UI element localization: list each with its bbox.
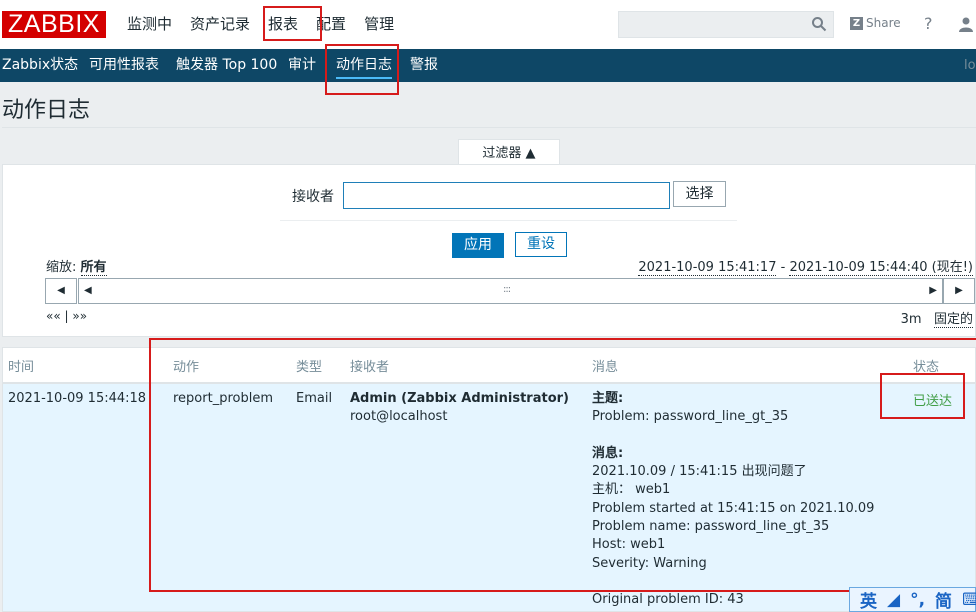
menu-inventory[interactable]: 资产记录 [181,0,259,49]
top-header: ZABBIX 监测中 资产记录 报表 配置 管理 Z Share ? [0,0,976,49]
recipient-label: 接收者 [292,189,334,205]
caret-right-icon: ▶ [955,285,963,296]
date-from-link[interactable]: 2021-10-09 15:41:17 [638,260,777,276]
subject-text: Problem: password_line_gt_35 [592,409,789,425]
share-label: Share [866,16,901,30]
message-line [592,573,892,591]
submenu-truncated-item[interactable]: lo [964,49,976,82]
zoom-row: 缩放: 所有 [46,256,107,276]
reports-submenu: Zabbix状态 可用性报表 触发器 Top 100 审计 动作日志 警报 lo [0,49,976,82]
message-line: Original problem ID: 43 [592,592,744,608]
col-type: 类型 [296,360,323,375]
col-status: 状态 [913,360,940,375]
zabbix-share-icon: Z [850,16,863,30]
ime-simplified-toggle[interactable]: 简 [935,587,952,612]
ime-english-toggle[interactable]: 英 [860,587,877,612]
message-line: Problem started at 15:41:15 on 2021.10.0… [592,500,875,516]
date-to-link[interactable]: 2021-10-09 15:44:40 (现在!) [789,260,973,276]
date-range: 2021-10-09 15:41:17 - 2021-10-09 15:44:4… [638,256,973,276]
message-label: 消息: [592,445,624,461]
caret-right-icon[interactable]: ▶ [929,285,937,296]
date-separator: - [776,260,790,275]
menu-reports[interactable]: 报表 [259,0,307,49]
message-line: Problem name: password_line_gt_35 [592,519,830,535]
recipient-input[interactable] [343,182,670,209]
page-title: 动作日志 [2,98,91,123]
col-recipient: 接收者 [350,360,390,375]
ime-toolbar: 英 ◢ °, 简 ⌨ [849,587,976,612]
step-forward-link[interactable]: »» [72,309,87,323]
caret-left-icon[interactable]: ◀ [84,285,92,296]
row-recipient-address: root@localhost [350,409,448,424]
zabbix-logo[interactable]: ZABBIX [2,11,106,38]
timeline-scrollbar[interactable]: ◀ ::: ▶ [78,278,943,304]
title-divider [2,127,976,128]
main-menu: 监测中 资产记录 报表 配置 管理 [118,0,403,49]
ime-punctuation-icon[interactable]: °, [910,590,925,610]
submenu-triggers-top-100[interactable]: 触发器 Top 100 [176,49,277,82]
row-action: report_problem [173,391,273,406]
row-status: 已送达 [913,394,953,409]
menu-administration[interactable]: 管理 [355,0,403,49]
timeline-prev-button[interactable]: ◀ [45,278,77,304]
submenu-availability-report[interactable]: 可用性报表 [89,49,159,82]
drag-handle-icon[interactable]: ::: [503,284,511,295]
period-value: 3m [900,312,922,327]
message-line: Severity: Warning [592,555,707,571]
zoom-all-link[interactable]: 所有 [80,260,107,276]
submenu-action-log[interactable]: 动作日志 [336,49,392,82]
share-button[interactable]: Z Share [850,16,901,30]
step-back-link[interactable]: «« [46,309,61,323]
subject-label: 主题: [592,391,624,406]
message-line: 主机： web1 [592,482,671,498]
row-recipient-name: Admin (Zabbix Administrator) [350,391,569,406]
ime-leaf-icon[interactable]: ◢ [887,590,900,610]
row-time: 2021-10-09 15:44:18 [8,391,147,406]
submenu-audit[interactable]: 审计 [288,49,316,82]
caret-left-icon: ◀ [57,285,65,296]
submenu-zabbix-status[interactable]: Zabbix状态 [2,49,78,82]
reset-button[interactable]: 重设 [515,232,567,257]
timeline-next-button[interactable]: ▶ [943,278,975,304]
user-profile-icon[interactable] [958,16,974,32]
row-type: Email [296,391,333,406]
period-row: 3m 固定的 [900,308,973,328]
help-button[interactable]: ? [924,14,933,33]
apply-button[interactable]: 应用 [452,233,504,258]
search-input[interactable] [619,12,809,37]
col-action: 动作 [173,360,200,375]
step-links: «« | »» [46,309,87,323]
ime-keyboard-icon[interactable]: ⌨ [962,590,976,610]
global-search [618,11,834,38]
step-separator: | [60,309,73,323]
menu-configuration[interactable]: 配置 [307,0,355,49]
col-message: 消息 [592,360,619,375]
message-line: Host: web1 [592,537,666,553]
menu-monitoring[interactable]: 监测中 [118,0,181,49]
search-icon[interactable] [811,16,827,32]
filter-tab[interactable]: 过滤器 ▲ [458,139,560,165]
message-line: 2021.10.09 / 15:41:15 出现问题了 [592,464,807,480]
filter-divider [280,220,737,221]
col-time: 时间 [8,360,35,375]
row-message: 主题: Problem: password_line_gt_35 消息: 202… [592,390,892,610]
action-log-table: 时间 动作 类型 接收者 消息 状态 2021-10-09 15:44:18 r… [2,347,976,612]
zoom-label: 缩放: [46,260,77,275]
fixed-toggle-link[interactable]: 固定的 [933,312,973,328]
submenu-notifications[interactable]: 警报 [410,49,438,82]
select-recipient-button[interactable]: 选择 [673,181,726,207]
